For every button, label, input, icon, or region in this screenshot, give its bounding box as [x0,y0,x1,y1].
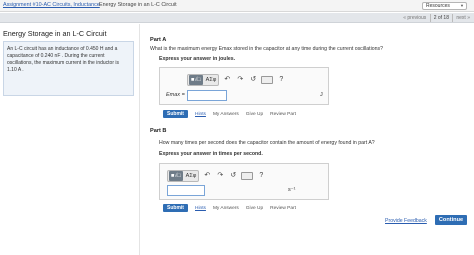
undo-icon[interactable]: ↶ [222,74,232,86]
part-a-question: What is the maximum energy Emax stored i… [150,46,383,52]
resources-dropdown[interactable]: Resources ▼ [422,2,467,10]
keyboard-icon[interactable] [241,171,254,180]
help-button[interactable]: ? [276,74,286,86]
part-b-my-answers-link[interactable]: My Answers [213,206,239,211]
part-b-give-up-link[interactable]: Give Up [246,206,263,211]
part-a-instruction: Express your answer in joules. [159,56,236,62]
page-indicator: 2 of 18 [429,14,453,22]
part-a-submit-button[interactable]: Submit [163,110,188,118]
redo-icon[interactable]: ↷ [215,170,225,182]
part-a-my-answers-link[interactable]: My Answers [213,112,239,117]
previous-link[interactable]: « previous [403,15,426,21]
resources-label: Resources [426,3,450,9]
part-b-actions: Submit Hints My Answers Give Up Review P… [163,204,296,212]
chevron-down-icon: ▼ [460,3,464,8]
reset-icon[interactable]: ↺ [228,170,238,182]
redo-icon[interactable]: ↷ [235,74,245,86]
part-b-answer-box: ■√□ ΑΣφ ↶ ↷ ↺ ? s⁻¹ [159,163,329,200]
part-b-submit-button[interactable]: Submit [163,204,188,212]
part-a-label: Part A [150,37,167,43]
part-a-unit: J [320,92,323,98]
next-link[interactable]: next » [456,15,470,21]
help-button[interactable]: ? [256,170,266,182]
top-bar: Assignment #10-AC Circuits, Inductance E… [0,0,474,12]
part-a-variable-label: Emax = [166,92,185,98]
symbols-button[interactable]: ΑΣφ [184,171,199,181]
part-b-toolbar: ■√□ ΑΣφ ↶ ↷ ↺ ? [167,169,266,182]
part-a-answer-input[interactable] [187,90,227,101]
symbols-button[interactable]: ΑΣφ [204,75,219,85]
part-b-question: How many times per second does the capac… [159,140,375,146]
part-b-label: Part B [150,128,167,134]
part-b-answer-input[interactable] [167,185,205,196]
breadcrumb-problem-title: Energy Storage in an L-C Circuit [99,2,177,8]
problem-panel: Energy Storage in an L-C Circuit An L-C … [0,24,140,255]
page-title: Energy Storage in an L-C Circuit [3,29,107,38]
pager: « previous 2 of 18 next » [403,14,470,22]
keyboard-icon[interactable] [261,75,274,84]
continue-button[interactable]: Continue [435,215,467,225]
problem-description: An L-C circuit has an inductance of 0.45… [3,41,134,96]
pager-bar: « previous 2 of 18 next » [0,13,474,23]
part-a-review-part-link[interactable]: Review Part [270,112,296,117]
template-button[interactable]: ■√□ [189,74,203,85]
part-a-hints-link[interactable]: Hints [195,112,206,117]
part-a-toolbar: ■√□ ΑΣφ ↶ ↷ ↺ ? [187,73,286,86]
assignment-link[interactable]: Assignment #10-AC Circuits, Inductance [3,2,100,8]
reset-icon[interactable]: ↺ [248,74,258,86]
part-a-give-up-link[interactable]: Give Up [246,112,263,117]
part-b-math-group: ■√□ ΑΣφ [167,169,200,182]
part-b-unit: s⁻¹ [288,187,296,193]
part-b-instruction: Express your answer in times per second. [159,151,263,157]
template-button[interactable]: ■√□ [169,170,183,181]
part-b-review-part-link[interactable]: Review Part [270,206,296,211]
part-b-hints-link[interactable]: Hints [195,206,206,211]
part-a-answer-box: ■√□ ΑΣφ ↶ ↷ ↺ ? Emax = J [159,67,329,105]
part-a-actions: Submit Hints My Answers Give Up Review P… [163,110,296,118]
provide-feedback-link[interactable]: Provide Feedback [385,218,427,224]
undo-icon[interactable]: ↶ [202,170,212,182]
part-a-math-group: ■√□ ΑΣφ [187,73,220,86]
